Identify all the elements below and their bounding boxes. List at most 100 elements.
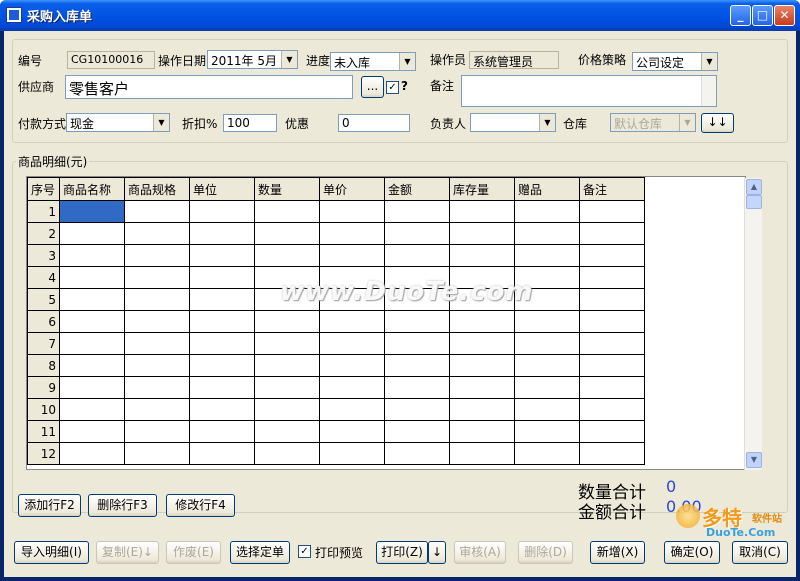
column-header[interactable]: 商品规格: [124, 177, 190, 201]
grid-cell[interactable]: [449, 200, 515, 223]
grid-cell[interactable]: [514, 332, 580, 355]
grid-cell[interactable]: [579, 288, 645, 311]
grid-cell[interactable]: [124, 420, 190, 443]
grid-cell[interactable]: [59, 420, 125, 443]
grid-cell[interactable]: [449, 420, 515, 443]
table-row[interactable]: 6: [27, 310, 645, 333]
grid-cell[interactable]: [514, 310, 580, 333]
grid-cell[interactable]: [189, 200, 255, 223]
grid-cell[interactable]: [384, 222, 450, 245]
grid-cell[interactable]: [189, 442, 255, 465]
table-row[interactable]: 9: [27, 376, 645, 399]
price-select[interactable]: 公司设定 ▼: [632, 52, 718, 71]
progress-select[interactable]: 未入库 ▼: [330, 52, 416, 71]
grid-cell[interactable]: [579, 244, 645, 267]
table-row[interactable]: 10: [27, 398, 645, 421]
discount-field[interactable]: 100: [223, 114, 277, 132]
grid-cell[interactable]: [579, 332, 645, 355]
grid-cell[interactable]: [59, 244, 125, 267]
grid-cell[interactable]: [319, 310, 385, 333]
grid-cell[interactable]: [124, 442, 190, 465]
grid-cell[interactable]: [319, 244, 385, 267]
title-bar[interactable]: 采购入库单 _ □ ✕: [0, 0, 800, 31]
grid-cell[interactable]: [384, 244, 450, 267]
grid-cell[interactable]: [59, 332, 125, 355]
grid-cell[interactable]: [449, 222, 515, 245]
grid-cell[interactable]: [384, 354, 450, 377]
new-button[interactable]: 新增(X): [590, 541, 645, 564]
print-button[interactable]: 打印(Z): [376, 541, 428, 564]
delete-row-button[interactable]: 删除行F3: [88, 494, 157, 517]
remark-field[interactable]: [461, 75, 717, 107]
supplier-checkbox[interactable]: ✓: [386, 81, 399, 94]
column-header[interactable]: 单价: [319, 177, 385, 201]
grid-cell[interactable]: [514, 200, 580, 223]
column-header[interactable]: 备注: [579, 177, 645, 201]
table-row[interactable]: 1: [27, 200, 645, 223]
favor-field[interactable]: 0: [338, 114, 410, 132]
grid-cell[interactable]: [449, 354, 515, 377]
grid-cell[interactable]: [254, 332, 320, 355]
grid-cell[interactable]: [254, 222, 320, 245]
add-row-button[interactable]: 添加行F2: [18, 494, 81, 517]
grid-cell[interactable]: [384, 200, 450, 223]
grid-cell[interactable]: [189, 332, 255, 355]
grid-cell[interactable]: [319, 398, 385, 421]
grid-cell[interactable]: [189, 354, 255, 377]
select-order-button[interactable]: 选择定单: [230, 541, 290, 564]
table-row[interactable]: 2: [27, 222, 645, 245]
chevron-down-icon[interactable]: ▼: [281, 51, 297, 68]
grid-cell[interactable]: [59, 376, 125, 399]
grid-cell[interactable]: [384, 442, 450, 465]
grid-cell[interactable]: [384, 398, 450, 421]
grid-cell[interactable]: [579, 398, 645, 421]
copy-button[interactable]: 复制(E)↓: [96, 541, 159, 564]
table-row[interactable]: 7: [27, 332, 645, 355]
grid-cell[interactable]: [254, 244, 320, 267]
grid-cell[interactable]: [189, 420, 255, 443]
grid-cell[interactable]: [59, 288, 125, 311]
grid-cell[interactable]: [579, 354, 645, 377]
grid-cell[interactable]: [319, 332, 385, 355]
grid-cell[interactable]: [254, 420, 320, 443]
details-grid[interactable]: 序号 商品名称 商品规格 单位 数量 单价 金额 库存量 赠品 备注 12345…: [26, 176, 746, 470]
grid-cell[interactable]: [579, 266, 645, 289]
grid-cell[interactable]: [254, 376, 320, 399]
grid-cell[interactable]: [189, 310, 255, 333]
print-preview-checkbox[interactable]: ✓: [298, 545, 311, 558]
chevron-down-icon[interactable]: ▼: [399, 53, 415, 70]
grid-cell[interactable]: [319, 376, 385, 399]
table-row[interactable]: 11: [27, 420, 645, 443]
grid-cell[interactable]: [124, 354, 190, 377]
column-header[interactable]: 商品名称: [59, 177, 125, 201]
grid-cell[interactable]: [124, 288, 190, 311]
grid-cell[interactable]: [59, 222, 125, 245]
grid-cell[interactable]: [59, 200, 125, 223]
grid-cell[interactable]: [254, 354, 320, 377]
grid-cell[interactable]: [514, 244, 580, 267]
grid-cell[interactable]: [254, 200, 320, 223]
browse-supplier-button[interactable]: ...: [361, 76, 384, 98]
table-row[interactable]: 3: [27, 244, 645, 267]
grid-cell[interactable]: [579, 222, 645, 245]
grid-cell[interactable]: [384, 310, 450, 333]
help-icon[interactable]: ?: [401, 79, 408, 93]
grid-cell[interactable]: [449, 376, 515, 399]
grid-cell[interactable]: [319, 442, 385, 465]
payment-select[interactable]: 现金 ▼: [66, 113, 170, 132]
grid-cell[interactable]: [514, 420, 580, 443]
date-picker[interactable]: 2011年 5月 4 ▼: [207, 50, 298, 69]
grid-cell[interactable]: [514, 376, 580, 399]
chevron-down-icon[interactable]: ▼: [701, 53, 717, 70]
grid-cell[interactable]: [514, 222, 580, 245]
grid-cell[interactable]: [449, 442, 515, 465]
close-button[interactable]: ✕: [774, 5, 795, 26]
grid-cell[interactable]: [579, 442, 645, 465]
chevron-down-icon[interactable]: ▼: [153, 114, 169, 131]
grid-cell[interactable]: [449, 332, 515, 355]
column-header[interactable]: 金额: [384, 177, 450, 201]
grid-cell[interactable]: [189, 244, 255, 267]
column-header[interactable]: 库存量: [449, 177, 515, 201]
supplier-field[interactable]: 零售客户: [65, 75, 353, 99]
arrows-button[interactable]: ↓↓: [701, 113, 734, 133]
